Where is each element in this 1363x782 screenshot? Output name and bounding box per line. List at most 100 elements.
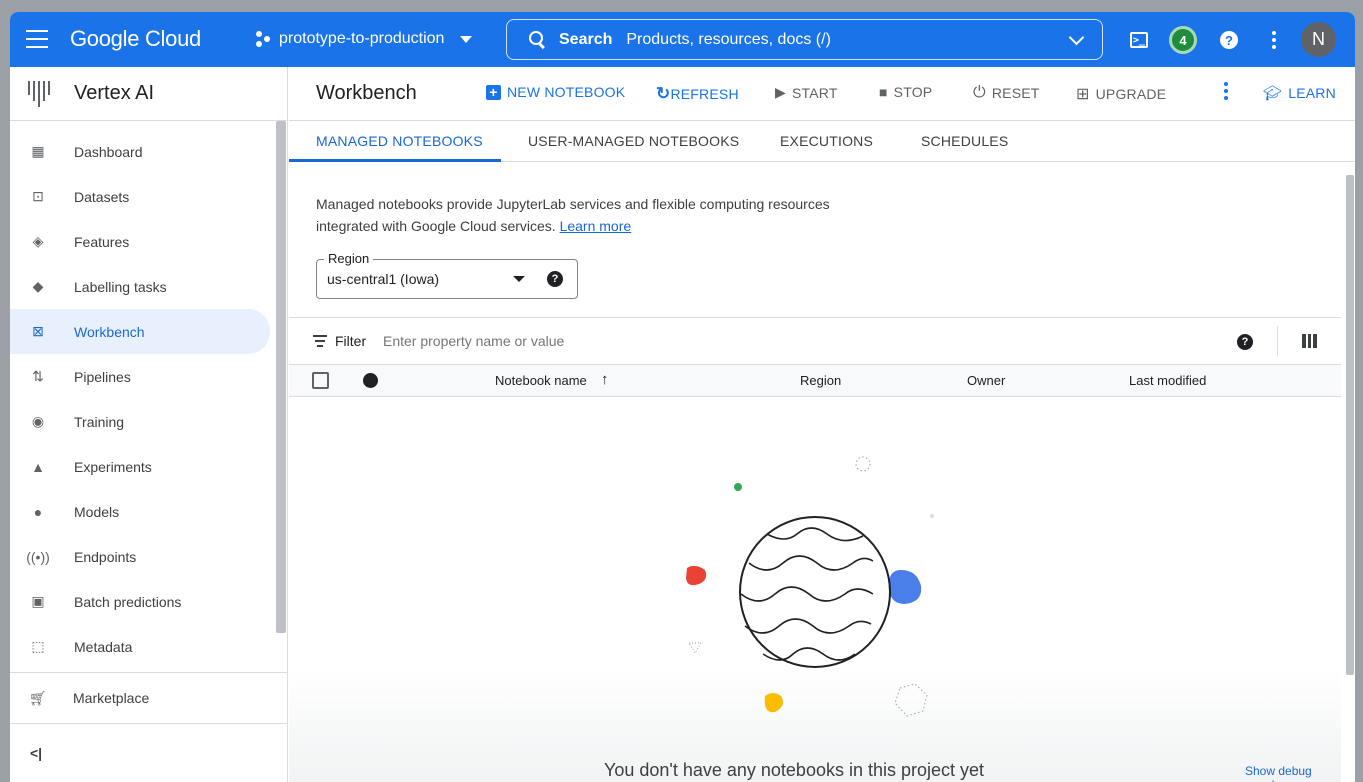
sidebar-item-dashboard[interactable]: ▦ Dashboard [10,129,270,174]
cart-icon: 🛒︎ [29,689,47,706]
globe-outline [739,516,891,668]
sidebar-item-experiments[interactable]: ▲ Experiments [10,444,270,489]
sidebar-scrollbar[interactable] [276,121,286,633]
page-title: Workbench [316,82,417,104]
button-label: START [791,84,838,101]
sidebar-item-features[interactable]: ◈ Features [10,219,270,264]
divider [1277,326,1278,356]
chevron-down-icon [460,35,473,43]
batch-icon: ▣ [31,593,45,609]
more-actions-button[interactable] [1224,82,1228,100]
tab-user-managed-notebooks[interactable]: USER-MANAGED NOTEBOOKS [528,133,739,149]
help-icon[interactable]: ? [1237,334,1253,350]
stop-button[interactable]: ■ STOP [879,84,932,100]
training-icon: ◉ [31,413,45,429]
product-title: Vertex AI [74,82,155,104]
endpoints-icon: ((•)) [26,548,50,565]
collapse-sidebar-button[interactable]: <| [30,745,42,761]
tab-executions[interactable]: EXECUTIONS [780,133,873,149]
button-label: REFRESH [670,86,739,102]
button-label: NEW NOTEBOOK [507,84,626,100]
globe-waves [740,527,874,661]
column-notebook-name[interactable]: Notebook name [495,373,587,388]
google-cloud-logo[interactable]: Google Cloud [70,26,201,52]
sidebar-item-batch-predictions[interactable]: ▣ Batch predictions [10,579,270,624]
kebab-icon [1272,31,1276,49]
project-icon [255,31,271,47]
chevron-down-icon[interactable] [1068,29,1085,46]
sidebar: Vertex AI ▦ Dashboard ⊡ Datasets ◈ Features… [10,67,288,782]
sidebar-item-label: Pipelines [74,368,131,385]
kebab-icon [1224,82,1228,100]
sidebar-item-label: Experiments [74,458,152,475]
notifications-button[interactable]: 4 [1168,25,1198,55]
sidebar-item-pipelines[interactable]: ⇅ Pipelines [10,354,270,399]
green-dot [734,483,742,491]
region-select[interactable]: Region us-central1 (Iowa) ? [316,251,578,299]
project-picker[interactable]: prototype-to-production [255,30,473,48]
sidebar-item-label: Models [74,503,120,520]
description-line: Managed notebooks provide JupyterLab ser… [316,196,830,212]
select-all-checkbox[interactable] [312,372,329,389]
more-options-button[interactable] [1259,25,1289,55]
sort-arrow-icon[interactable]: ↑ [601,371,609,388]
top-bar: Google Cloud prototype-to-production Sea… [10,12,1355,67]
project-name: prototype-to-production [279,30,445,47]
grey-dot [930,514,934,518]
flask-icon: ▲ [31,458,45,475]
filter-input[interactable] [383,333,983,349]
vertex-ai-icon [26,80,50,107]
new-notebook-button[interactable]: + NEW NOTEBOOK [486,84,625,100]
description: Managed notebooks provide JupyterLab ser… [316,193,876,237]
sidebar-item-training[interactable]: ◉ Training [10,399,270,444]
sidebar-item-label: Labelling tasks [74,278,167,295]
table-header: Notebook name ↑ Region Owner Last modifi… [289,365,1341,397]
sidebar-item-endpoints[interactable]: ((•)) Endpoints [10,534,270,579]
cloud-shell-button[interactable]: >_ [1124,25,1154,55]
help-icon[interactable]: ? [547,271,563,287]
region-label: Region [324,251,374,266]
column-region[interactable]: Region [800,373,841,388]
sidebar-item-label: Batch predictions [74,593,182,610]
upgrade-button[interactable]: ⊞ UPGRADE [1076,84,1166,104]
yellow-blob [764,693,783,713]
tab-schedules[interactable]: SCHEDULES [921,133,1008,149]
sidebar-item-workbench[interactable]: ⊠ Workbench [10,309,270,354]
filter-label: Filter [335,333,367,349]
empty-state-illustration [686,456,934,717]
power-icon: ⏻ [973,84,986,101]
description-line: integrated with Google Cloud services. [316,218,556,234]
column-display-icon[interactable] [1302,334,1318,348]
sidebar-item-metadata[interactable]: ⬚ Metadata [10,624,270,669]
learn-more-link[interactable]: Learn more [560,218,632,234]
sidebar-item-label: Training [74,413,125,430]
product-header: Vertex AI [10,67,287,121]
sidebar-item-label: Workbench [74,323,145,340]
debug-panel-link[interactable]: Show debug panel [1245,764,1341,782]
sidebar-item-labelling-tasks[interactable]: ◆ Labelling tasks [10,264,270,309]
refresh-button[interactable]: ↻ REFRESH [656,84,739,104]
learn-button[interactable]: 🎓︎ LEARN [1263,84,1336,102]
blue-blob [888,570,922,604]
main-menu-icon[interactable] [26,30,48,48]
sidebar-nav: ▦ Dashboard ⊡ Datasets ◈ Features ◆ Labellin… [10,121,287,687]
main-scrollbar[interactable] [1346,175,1354,675]
column-last-modified[interactable]: Last modified [1129,373,1206,388]
sidebar-item-models[interactable]: ● Models [10,489,270,534]
sidebar-item-label: Marketplace [73,690,150,706]
dotted-hexagon [894,683,928,717]
help-button[interactable]: ? [1214,25,1244,55]
tab-managed-notebooks[interactable]: MANAGED NOTEBOOKS [316,133,483,149]
avatar[interactable]: N [1301,22,1336,57]
sidebar-item-datasets[interactable]: ⊡ Datasets [10,174,270,219]
start-button[interactable]: ▶ START [775,84,838,101]
search-bar[interactable]: Search Products, resources, docs (/) [506,19,1103,60]
terminal-icon: >_ [1130,32,1148,48]
column-owner[interactable]: Owner [967,373,1005,388]
sidebar-item-marketplace[interactable]: 🛒︎ Marketplace [10,672,288,724]
refresh-icon: ↻ [656,84,671,103]
tag-icon: ◆ [32,278,44,294]
reset-button[interactable]: ⏻ RESET [973,84,1040,102]
search-placeholder: Products, resources, docs (/) [626,30,831,48]
tab-bar: MANAGED NOTEBOOKS USER-MANAGED NOTEBOOKS… [289,121,1355,162]
